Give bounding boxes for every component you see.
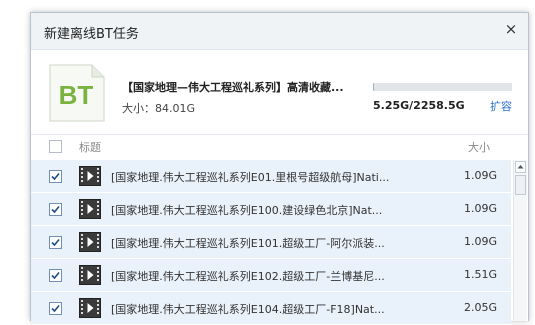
file-row[interactable]: [国家地理.伟大工程巡礼系列E100.建设绿色北京]Nat... 1.09G — [31, 193, 511, 226]
video-file-icon — [79, 199, 101, 219]
file-checkbox[interactable] — [49, 170, 62, 183]
bt-file-icon: BT — [49, 64, 105, 122]
column-header-size[interactable]: 大小 — [468, 139, 490, 155]
file-row[interactable]: [国家地理.伟大工程巡礼系列E101.超级工厂-阿尔派装... 1.09G — [31, 226, 511, 259]
file-row[interactable]: [国家地理.伟大工程巡礼系列E102.超级工厂-兰博基尼... 1.51G — [31, 259, 511, 292]
expand-storage-link[interactable]: 扩容 — [490, 98, 512, 114]
close-icon[interactable]: × — [503, 21, 519, 37]
task-info-panel: BT 【国家地理—伟大工程巡礼系列】高清收藏... 大小：84.01G 5.25… — [31, 50, 528, 135]
dialog-titlebar: 新建离线BT任务 × — [31, 13, 528, 50]
dialog-title: 新建离线BT任务 — [44, 27, 139, 42]
video-file-icon — [79, 232, 101, 252]
file-list-scrollbar[interactable] — [513, 160, 527, 321]
scrollbar-thumb[interactable] — [515, 175, 526, 195]
scroll-up-icon[interactable] — [515, 161, 526, 173]
file-name: [国家地理.伟大工程巡礼系列E101.超级工厂-阿尔派装... — [111, 237, 385, 250]
file-row[interactable]: [国家地理.伟大工程巡礼系列E01.里根号超级航母]Nati... 1.09G — [31, 160, 511, 193]
file-size: 1.09G — [464, 169, 498, 182]
file-row[interactable]: [国家地理.伟大工程巡礼系列E104.超级工厂-F18]Nat... 2.05G — [31, 292, 511, 325]
storage-quota-fill — [373, 83, 375, 91]
storage-quota-bar — [373, 83, 512, 91]
bt-logo-text: BT — [59, 80, 94, 110]
file-list: [国家地理.伟大工程巡礼系列E01.里根号超级航母]Nati... 1.09G [国… — [31, 160, 511, 325]
file-checkbox[interactable] — [49, 269, 62, 282]
file-size: 1.09G — [464, 202, 498, 215]
file-size: 2.05G — [464, 301, 498, 314]
file-list-header: 标题 大小 — [31, 135, 528, 159]
file-name: [国家地理.伟大工程巡礼系列E01.里根号超级航母]Nati... — [111, 171, 390, 184]
file-name: [国家地理.伟大工程巡礼系列E104.超级工厂-F18]Nat... — [111, 303, 385, 316]
video-file-icon — [79, 265, 101, 285]
task-name: 【国家地理—伟大工程巡礼系列】高清收藏... — [122, 81, 344, 94]
bt-task-dialog: 新建离线BT任务 × BT 【国家地理—伟大工程巡礼系列】高清收藏... 大小：… — [30, 12, 529, 325]
select-all-checkbox[interactable] — [49, 140, 62, 153]
storage-quota-text: 5.25G/2258.5G — [373, 99, 465, 112]
column-header-title[interactable]: 标题 — [79, 139, 101, 155]
file-name: [国家地理.伟大工程巡礼系列E102.超级工厂-兰博基尼... — [111, 270, 385, 283]
file-size: 1.09G — [464, 235, 498, 248]
file-checkbox[interactable] — [49, 203, 62, 216]
video-file-icon — [79, 166, 101, 186]
file-size: 1.51G — [464, 268, 498, 281]
file-checkbox[interactable] — [49, 236, 62, 249]
file-checkbox[interactable] — [49, 302, 62, 315]
task-size: 大小：84.01G — [122, 102, 196, 115]
file-name: [国家地理.伟大工程巡礼系列E100.建设绿色北京]Nat... — [111, 204, 383, 217]
video-file-icon — [79, 298, 101, 318]
